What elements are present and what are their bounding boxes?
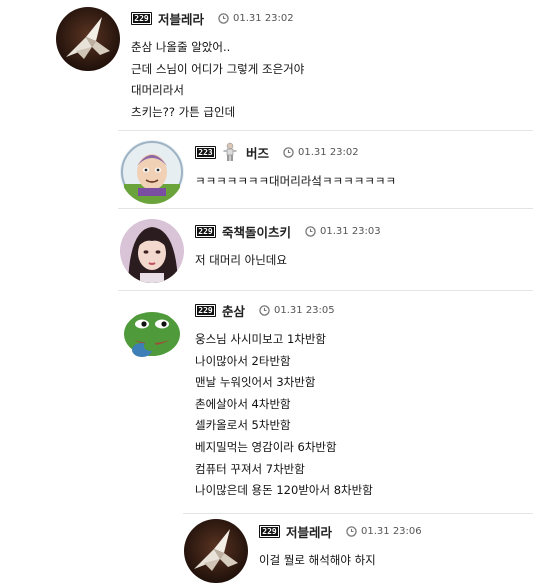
paper-crane-avatar[interactable] xyxy=(184,519,248,583)
clock-icon xyxy=(283,146,294,158)
level-badge: 229 xyxy=(195,303,216,317)
clock-icon xyxy=(305,225,316,237)
comment-body: ㅋㅋㅋㅋㅋㅋㅋ대머리라섴ㅋㅋㅋㅋㅋㅋㅋ xyxy=(195,171,396,193)
buzz-lightyear-avatar[interactable] xyxy=(120,140,184,204)
paper-crane-avatar[interactable] xyxy=(56,7,120,71)
comment-date: 01.31 23:06 xyxy=(361,525,422,537)
author-nickname[interactable]: 저블레라 xyxy=(158,9,204,28)
pepe-frog-icon xyxy=(120,300,184,364)
pepe-frog-avatar[interactable] xyxy=(120,300,184,364)
comment-line: 컴퓨터 꾸져서 7차반함 xyxy=(195,461,305,476)
author-nickname[interactable]: 버즈 xyxy=(246,143,269,162)
comment-line: 츠키는?? 가튼 급인데 xyxy=(131,104,236,119)
author-nickname[interactable]: 저블레라 xyxy=(286,522,332,541)
clock-icon xyxy=(346,525,357,537)
comment-divider xyxy=(118,130,533,131)
paper-crane-icon xyxy=(184,519,248,583)
comment-line: 이걸 뭘로 해석해야 하지 xyxy=(259,553,376,567)
comment-date: 01.31 23:03 xyxy=(320,225,381,237)
comment-body: 이걸 뭘로 해석해야 하지 xyxy=(259,550,376,572)
comment-line: 나이많아서 2타반함 xyxy=(195,353,291,368)
comment-body: 웅스님 사시미보고 1차반함 나이많아서 2타반함 맨날 누워잇어서 3차반함 … xyxy=(195,329,373,502)
author-nickname[interactable]: 춘삼 xyxy=(222,301,245,320)
comment-divider xyxy=(183,513,533,514)
comment-line: 촌에살아서 4차반함 xyxy=(195,396,291,411)
comment-line: ㅋㅋㅋㅋㅋㅋㅋ대머리라섴ㅋㅋㅋㅋㅋㅋㅋ xyxy=(195,174,397,188)
comment-line: 맨날 누워잇어서 3차반함 xyxy=(195,375,316,390)
level-badge: 229 xyxy=(259,524,280,538)
comment-date: 01.31 23:05 xyxy=(274,304,335,316)
comment-line: 근데 스님이 어디가 그렇게 조은거야 xyxy=(131,61,305,76)
comment-line: 웅스님 사시미보고 1차반함 xyxy=(195,332,327,346)
level-badge: 223 xyxy=(195,145,216,159)
comment-body: 저 대머리 아닌데요 xyxy=(195,250,287,272)
paper-crane-icon xyxy=(56,7,120,71)
comment-line: 대머리라서 xyxy=(131,83,184,98)
comment-divider xyxy=(118,290,533,291)
comment-line: 베지밀먹는 영감이라 6차반함 xyxy=(195,439,337,454)
comment-divider xyxy=(118,208,533,209)
girl-portrait-icon xyxy=(120,219,184,283)
comment-line: 셀카올로서 5차반함 xyxy=(195,418,291,433)
author-nickname[interactable]: 죽책돌이츠키 xyxy=(222,222,291,241)
comment-date: 01.31 23:02 xyxy=(233,12,294,24)
comment-line: 춘삼 나올줄 알았어.. xyxy=(131,40,231,54)
buzz-figure-icon xyxy=(222,142,238,162)
clock-icon xyxy=(218,12,229,24)
comment-date: 01.31 23:02 xyxy=(298,146,359,158)
level-badge: 229 xyxy=(131,11,152,25)
comment-line: 나이많은데 용돈 120받아서 8차반함 xyxy=(195,483,373,498)
comment-body: 춘삼 나올줄 알았어.. 근데 스님이 어디가 그렇게 조은거야 대머리라서 츠… xyxy=(131,37,304,123)
clock-icon xyxy=(259,304,270,316)
girl-portrait-avatar[interactable] xyxy=(120,219,184,283)
comment-line: 저 대머리 아닌데요 xyxy=(195,253,287,267)
level-badge: 229 xyxy=(195,224,216,238)
buzz-lightyear-icon xyxy=(120,140,184,204)
